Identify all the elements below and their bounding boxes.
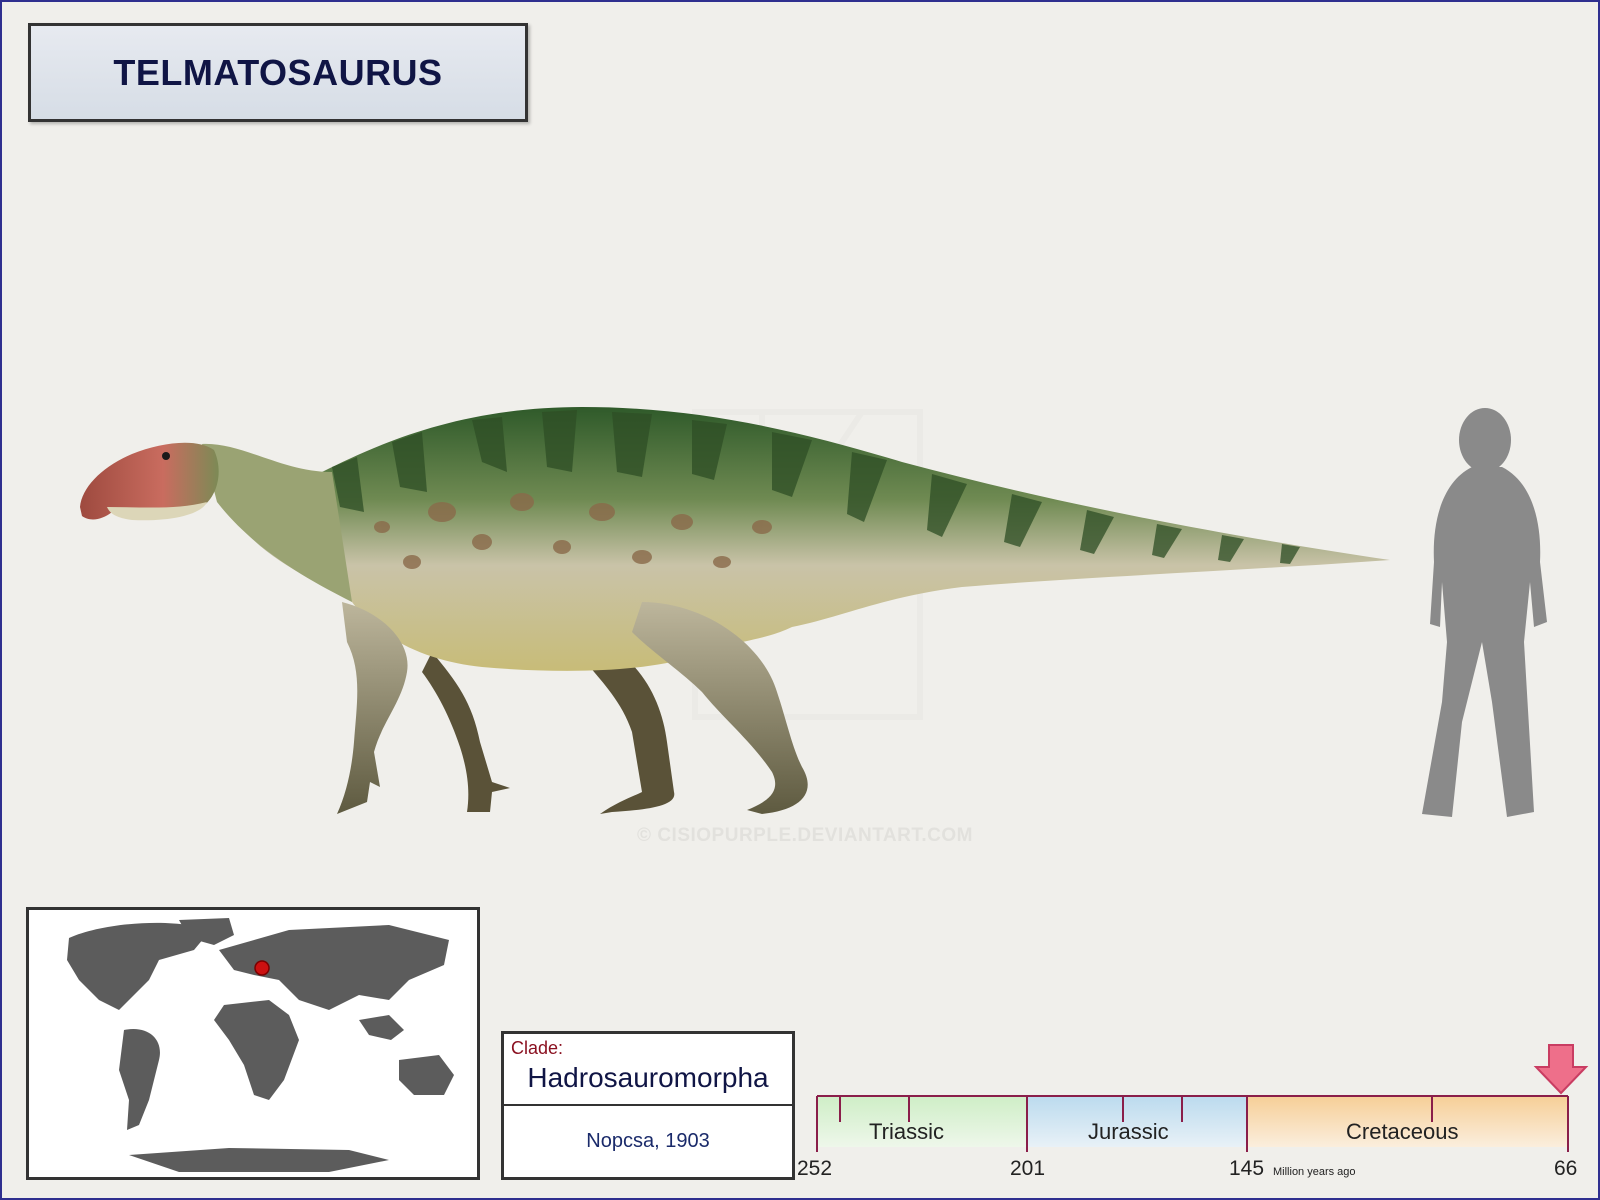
human-silhouette-icon xyxy=(1422,408,1547,817)
timeline-graphic xyxy=(816,1044,1589,1152)
illustration-scene xyxy=(80,407,1547,817)
period-cretaceous: Cretaceous xyxy=(1346,1119,1459,1144)
clade-name: Hadrosauromorpha xyxy=(527,1062,769,1093)
period-jurassic: Jurassic xyxy=(1088,1119,1169,1144)
far-front-leg xyxy=(422,652,510,812)
clade-divider xyxy=(504,1104,792,1106)
clade-box: Clade: Hadrosauromorpha Nopcsa, 1903 xyxy=(501,1031,795,1180)
watermark-text: © CISIOPURPLE.DEVIANTART.COM xyxy=(637,825,973,846)
period-triassic: Triassic xyxy=(869,1119,944,1144)
tick-66: 66 xyxy=(1554,1157,1578,1180)
poster-frame: TELMATOSAURUS © CISIOPURPLE.DEVIANTART.C… xyxy=(0,0,1600,1200)
world-map-box xyxy=(26,907,480,1180)
tick-201: 201 xyxy=(1010,1157,1046,1180)
timeline-unit: Million years ago xyxy=(1273,1166,1356,1178)
arrow-down-icon xyxy=(1533,1044,1589,1095)
tick-145: 145 xyxy=(1229,1157,1265,1180)
location-dot-icon xyxy=(254,960,270,976)
geologic-timeline: Triassic Jurassic Cretaceous 252 201 145… xyxy=(792,1037,1592,1187)
clade-author: Nopcsa, 1903 xyxy=(586,1130,710,1152)
clade-label: Clade: xyxy=(511,1038,564,1058)
dinosaur-neck xyxy=(202,443,352,602)
dinosaur-eye xyxy=(162,452,170,460)
tick-252: 252 xyxy=(797,1157,833,1180)
world-map-icon xyxy=(67,918,454,1172)
